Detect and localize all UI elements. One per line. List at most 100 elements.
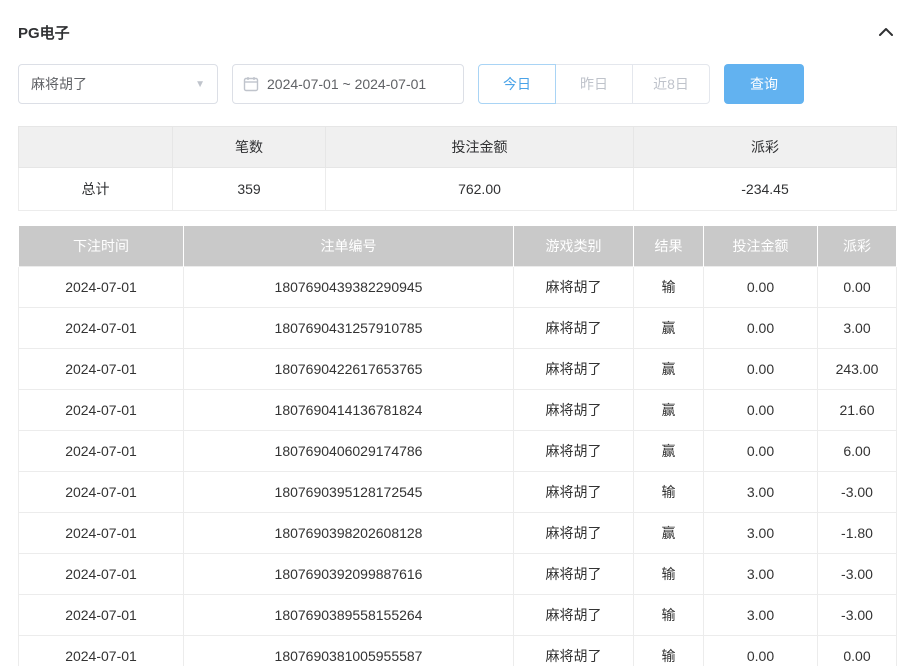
cell-order-id: 1807690414136781824 — [184, 390, 514, 431]
cell-result: 赢 — [634, 431, 704, 472]
cell-bet-amount: 3.00 — [704, 554, 818, 595]
table-row: 2024-07-01 1807690422617653765 麻将胡了 赢 0.… — [19, 349, 897, 390]
table-row: 2024-07-01 1807690389558155264 麻将胡了 输 3.… — [19, 595, 897, 636]
pg-panel: PG电子 麻将胡了 ▼ 2024-07-01 ~ 2024-07-01 今日 昨… — [0, 0, 914, 666]
cell-result: 赢 — [634, 513, 704, 554]
cell-order-id: 1807690398202608128 — [184, 513, 514, 554]
table-row: 2024-07-01 1807690414136781824 麻将胡了 赢 0.… — [19, 390, 897, 431]
chevron-down-icon: ▼ — [195, 79, 205, 90]
cell-payout: -3.00 — [818, 595, 897, 636]
cell-bet-amount: 0.00 — [704, 431, 818, 472]
chevron-up-icon[interactable] — [876, 22, 896, 42]
cell-bet-time: 2024-07-01 — [19, 636, 184, 666]
cell-game-type: 麻将胡了 — [514, 472, 634, 513]
cell-result: 输 — [634, 472, 704, 513]
cell-payout: 3.00 — [818, 308, 897, 349]
cell-bet-time: 2024-07-01 — [19, 431, 184, 472]
summary-header-row: 笔数 投注金额 派彩 — [19, 127, 897, 168]
column-header-order-id: 注单编号 — [184, 226, 514, 267]
column-header-game-type: 游戏类别 — [514, 226, 634, 267]
cell-bet-time: 2024-07-01 — [19, 390, 184, 431]
yesterday-button[interactable]: 昨日 — [555, 64, 633, 104]
page-title: PG电子 — [18, 22, 70, 43]
cell-bet-amount: 0.00 — [704, 390, 818, 431]
cell-order-id: 1807690395128172545 — [184, 472, 514, 513]
cell-result: 赢 — [634, 308, 704, 349]
column-header-result: 结果 — [634, 226, 704, 267]
table-row: 2024-07-01 1807690395128172545 麻将胡了 输 3.… — [19, 472, 897, 513]
table-row: 2024-07-01 1807690431257910785 麻将胡了 赢 0.… — [19, 308, 897, 349]
summary-header-payout: 派彩 — [634, 127, 897, 168]
cell-bet-time: 2024-07-01 — [19, 513, 184, 554]
cell-game-type: 麻将胡了 — [514, 390, 634, 431]
summary-header-count: 笔数 — [173, 127, 326, 168]
summary-total-row: 总计 359 762.00 -234.45 — [19, 168, 897, 211]
summary-total-bet-amount: 762.00 — [326, 168, 634, 211]
cell-bet-amount: 0.00 — [704, 267, 818, 308]
quick-date-buttons: 今日 昨日 近8日 — [478, 64, 710, 104]
cell-bet-time: 2024-07-01 — [19, 554, 184, 595]
cell-game-type: 麻将胡了 — [514, 308, 634, 349]
cell-order-id: 1807690422617653765 — [184, 349, 514, 390]
game-select-value: 麻将胡了 — [31, 74, 87, 94]
bet-table-header-row: 下注时间 注单编号 游戏类别 结果 投注金额 派彩 — [19, 226, 897, 267]
cell-result: 赢 — [634, 349, 704, 390]
cell-order-id: 1807690381005955587 — [184, 636, 514, 666]
cell-game-type: 麻将胡了 — [514, 636, 634, 666]
cell-bet-time: 2024-07-01 — [19, 349, 184, 390]
cell-payout: 243.00 — [818, 349, 897, 390]
cell-game-type: 麻将胡了 — [514, 595, 634, 636]
cell-payout: -1.80 — [818, 513, 897, 554]
table-row: 2024-07-01 1807690392099887616 麻将胡了 输 3.… — [19, 554, 897, 595]
cell-bet-time: 2024-07-01 — [19, 595, 184, 636]
cell-bet-time: 2024-07-01 — [19, 267, 184, 308]
summary-total-label: 总计 — [19, 168, 173, 211]
table-row: 2024-07-01 1807690406029174786 麻将胡了 赢 0.… — [19, 431, 897, 472]
summary-header-blank — [19, 127, 173, 168]
today-button[interactable]: 今日 — [478, 64, 556, 104]
cell-payout: 0.00 — [818, 267, 897, 308]
calendar-icon — [243, 76, 259, 92]
cell-payout: 6.00 — [818, 431, 897, 472]
cell-result: 输 — [634, 554, 704, 595]
table-row: 2024-07-01 1807690381005955587 麻将胡了 输 0.… — [19, 636, 897, 666]
search-button[interactable]: 查询 — [724, 64, 804, 104]
filter-bar: 麻将胡了 ▼ 2024-07-01 ~ 2024-07-01 今日 昨日 近8日… — [18, 64, 896, 104]
column-header-bet-time: 下注时间 — [19, 226, 184, 267]
cell-order-id: 1807690406029174786 — [184, 431, 514, 472]
cell-result: 输 — [634, 267, 704, 308]
date-range-value: 2024-07-01 ~ 2024-07-01 — [267, 76, 426, 92]
cell-game-type: 麻将胡了 — [514, 431, 634, 472]
cell-bet-amount: 3.00 — [704, 513, 818, 554]
cell-bet-time: 2024-07-01 — [19, 472, 184, 513]
cell-result: 赢 — [634, 390, 704, 431]
cell-game-type: 麻将胡了 — [514, 349, 634, 390]
cell-order-id: 1807690389558155264 — [184, 595, 514, 636]
cell-payout: -3.00 — [818, 472, 897, 513]
cell-bet-amount: 3.00 — [704, 595, 818, 636]
summary-total-payout: -234.45 — [634, 168, 897, 211]
cell-bet-amount: 0.00 — [704, 636, 818, 666]
last-8-days-button[interactable]: 近8日 — [632, 64, 710, 104]
cell-payout: 0.00 — [818, 636, 897, 666]
cell-order-id: 1807690392099887616 — [184, 554, 514, 595]
cell-game-type: 麻将胡了 — [514, 554, 634, 595]
cell-bet-amount: 0.00 — [704, 308, 818, 349]
game-select[interactable]: 麻将胡了 ▼ — [18, 64, 218, 104]
table-row: 2024-07-01 1807690398202608128 麻将胡了 赢 3.… — [19, 513, 897, 554]
panel-header: PG电子 — [18, 0, 896, 44]
table-row: 2024-07-01 1807690439382290945 麻将胡了 输 0.… — [19, 267, 897, 308]
bet-table: 下注时间 注单编号 游戏类别 结果 投注金额 派彩 2024-07-01 180… — [18, 225, 897, 666]
cell-bet-amount: 0.00 — [704, 349, 818, 390]
summary-header-bet-amount: 投注金额 — [326, 127, 634, 168]
cell-payout: 21.60 — [818, 390, 897, 431]
cell-game-type: 麻将胡了 — [514, 513, 634, 554]
cell-order-id: 1807690431257910785 — [184, 308, 514, 349]
bet-table-body: 2024-07-01 1807690439382290945 麻将胡了 输 0.… — [19, 267, 897, 666]
cell-bet-amount: 3.00 — [704, 472, 818, 513]
cell-result: 输 — [634, 636, 704, 666]
date-range-input[interactable]: 2024-07-01 ~ 2024-07-01 — [232, 64, 464, 104]
summary-table: 笔数 投注金额 派彩 总计 359 762.00 -234.45 — [18, 126, 897, 211]
cell-game-type: 麻将胡了 — [514, 267, 634, 308]
summary-total-count: 359 — [173, 168, 326, 211]
